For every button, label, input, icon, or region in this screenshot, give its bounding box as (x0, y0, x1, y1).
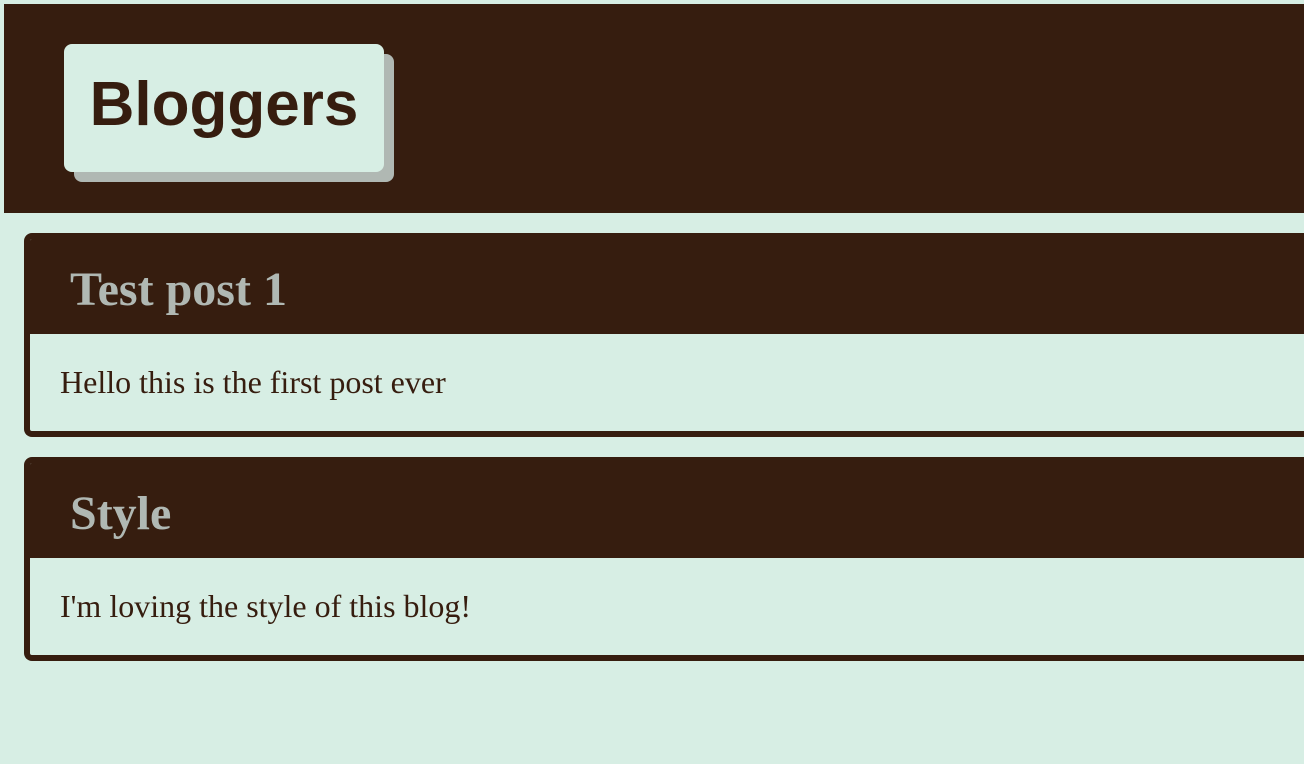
site-logo-text: Bloggers (89, 70, 359, 139)
post-title-bar: Style (30, 463, 1304, 558)
post-text: I'm loving the style of this blog! (60, 588, 472, 624)
post-card: Style I'm loving the style of this blog! (24, 457, 1304, 661)
post-title[interactable]: Style (70, 480, 171, 541)
post-title[interactable]: Test post 1 (70, 256, 287, 317)
site-header: Bloggers (4, 4, 1304, 213)
post-body: I'm loving the style of this blog! (30, 558, 1304, 655)
site-logo[interactable]: Bloggers (64, 44, 384, 172)
post-card: Test post 1 Hello this is the first post… (24, 233, 1304, 437)
post-text: Hello this is the first post ever (60, 364, 446, 400)
post-body: Hello this is the first post ever (30, 334, 1304, 431)
post-title-bar: Test post 1 (30, 239, 1304, 334)
